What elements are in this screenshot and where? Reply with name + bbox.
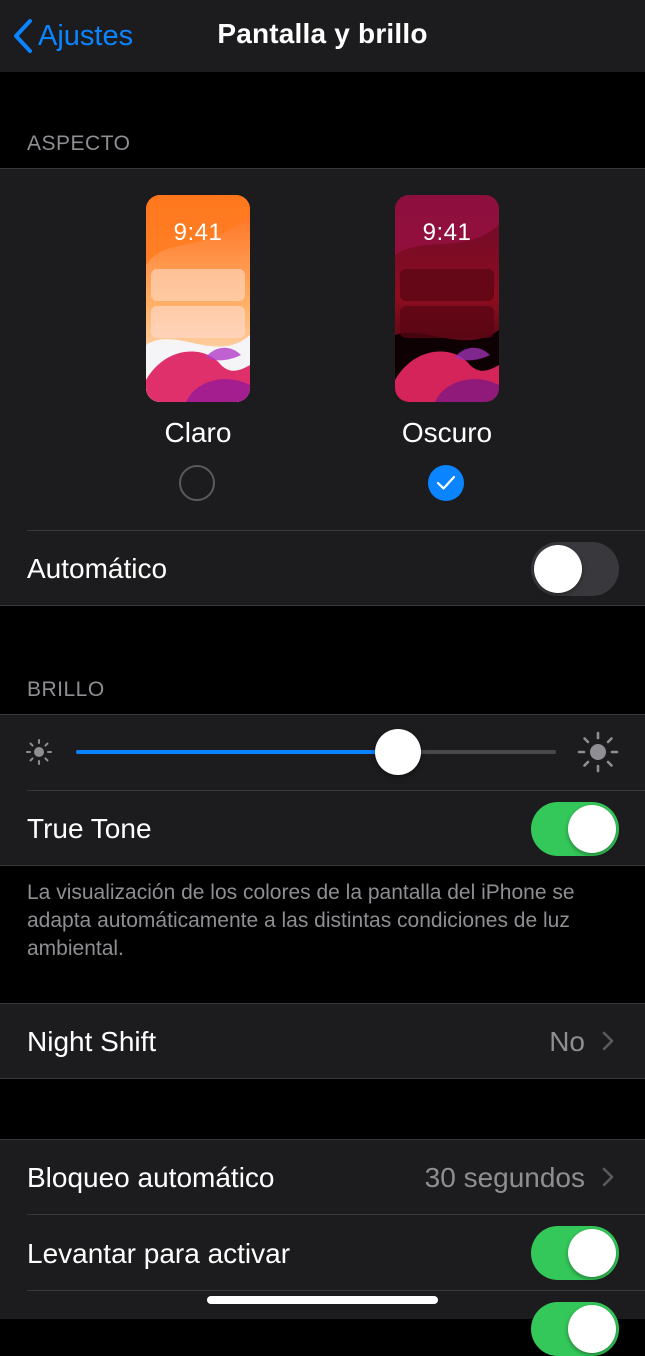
brightness-slider-fill — [76, 750, 398, 754]
navigation-bar: Ajustes Pantalla y brillo — [0, 0, 645, 72]
divider — [0, 1003, 645, 1004]
preview-time: 9:41 — [173, 219, 223, 246]
radio-unselected[interactable] — [179, 465, 215, 501]
divider — [0, 605, 645, 606]
sun-small-icon — [26, 739, 52, 765]
auto-lock-row[interactable]: Bloqueo automático 30 segundos — [0, 1139, 645, 1215]
divider — [0, 168, 645, 169]
appearance-option-light[interactable]: 9:41 Claro — [146, 195, 250, 501]
appearance-option-dark[interactable]: 9:41 Oscuro — [395, 195, 499, 501]
night-shift-label: Night Shift — [27, 1026, 157, 1057]
section-header-brightness: BRILLO — [27, 678, 105, 701]
lock-group: Bloqueo automático 30 segundos Levantar … — [0, 1139, 645, 1356]
page-title: Pantalla y brillo — [217, 18, 428, 49]
toggle-knob — [568, 1305, 616, 1353]
toggle-knob — [568, 805, 616, 853]
checkmark-icon — [436, 475, 456, 490]
automatic-toggle[interactable] — [531, 542, 619, 596]
divider — [0, 865, 645, 866]
true-tone-toggle[interactable] — [531, 802, 619, 856]
section-header-appearance: ASPECTO — [27, 132, 131, 155]
divider — [27, 530, 645, 531]
brightness-group: True Tone — [0, 714, 645, 866]
radio-selected[interactable] — [428, 465, 464, 501]
preview-notification — [400, 269, 494, 301]
divider — [27, 1290, 645, 1291]
toggle-knob — [568, 1229, 616, 1277]
true-tone-description: La visualización de los colores de la pa… — [27, 881, 575, 960]
chevron-right-icon — [602, 1031, 614, 1051]
chevron-right-icon — [602, 1167, 614, 1187]
preview-notification — [151, 269, 245, 301]
dark-mode-preview: 9:41 — [395, 195, 499, 402]
auto-lock-label: Bloqueo automático — [27, 1162, 275, 1193]
night-shift-value: No — [549, 1026, 585, 1057]
preview-notification — [400, 306, 494, 338]
appearance-option-label: Claro — [164, 417, 232, 448]
divider — [0, 1078, 645, 1079]
toggle-knob — [534, 545, 582, 593]
appearance-group: 9:41 Claro 9:41 Oscuro Automático — [0, 168, 645, 606]
preview-notification — [151, 306, 245, 338]
brightness-slider-thumb[interactable] — [374, 729, 421, 775]
appearance-option-label: Oscuro — [401, 417, 493, 448]
automatic-label: Automático — [27, 553, 168, 584]
night-shift-row[interactable]: Night Shift No — [0, 1003, 645, 1079]
home-indicator — [207, 1296, 438, 1304]
preview-time: 9:41 — [422, 219, 472, 246]
true-tone-label: True Tone — [27, 813, 152, 844]
next-row-toggle[interactable] — [531, 1302, 619, 1356]
sun-large-icon — [577, 731, 619, 773]
raise-to-wake-label: Levantar para activar — [27, 1238, 291, 1269]
raise-to-wake-toggle[interactable] — [531, 1226, 619, 1280]
divider — [0, 714, 645, 715]
divider — [27, 1214, 645, 1215]
auto-lock-value: 30 segundos — [424, 1162, 585, 1193]
divider — [27, 790, 645, 791]
light-mode-preview: 9:41 — [146, 195, 250, 402]
brightness-slider[interactable] — [76, 729, 556, 775]
